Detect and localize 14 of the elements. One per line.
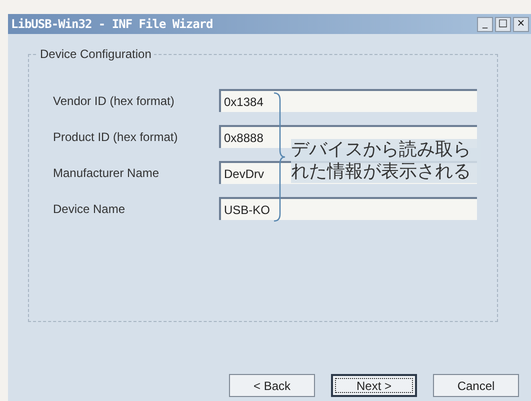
group-title: Device Configuration xyxy=(37,47,154,61)
window-control-button[interactable]: _ xyxy=(477,16,493,32)
window-title: LibUSB-Win32 - INF File Wizard xyxy=(11,17,213,31)
window-control-button[interactable]: □ xyxy=(495,16,511,32)
window-control-button[interactable]: × xyxy=(513,16,529,32)
field-label: Product ID (hex format) xyxy=(53,130,179,144)
field-label: Manufacturer Name xyxy=(53,166,160,180)
field-label: Device Name xyxy=(53,202,126,216)
input-field[interactable]: USB-KO xyxy=(219,197,477,220)
wizard-button[interactable]: Cancel xyxy=(433,374,519,397)
wizard-button[interactable]: Next > xyxy=(331,374,417,397)
input-field[interactable]: 0x1384 xyxy=(219,89,477,112)
wizard-button[interactable]: < Back xyxy=(229,374,315,397)
field-label: Vendor ID (hex format) xyxy=(53,94,176,108)
